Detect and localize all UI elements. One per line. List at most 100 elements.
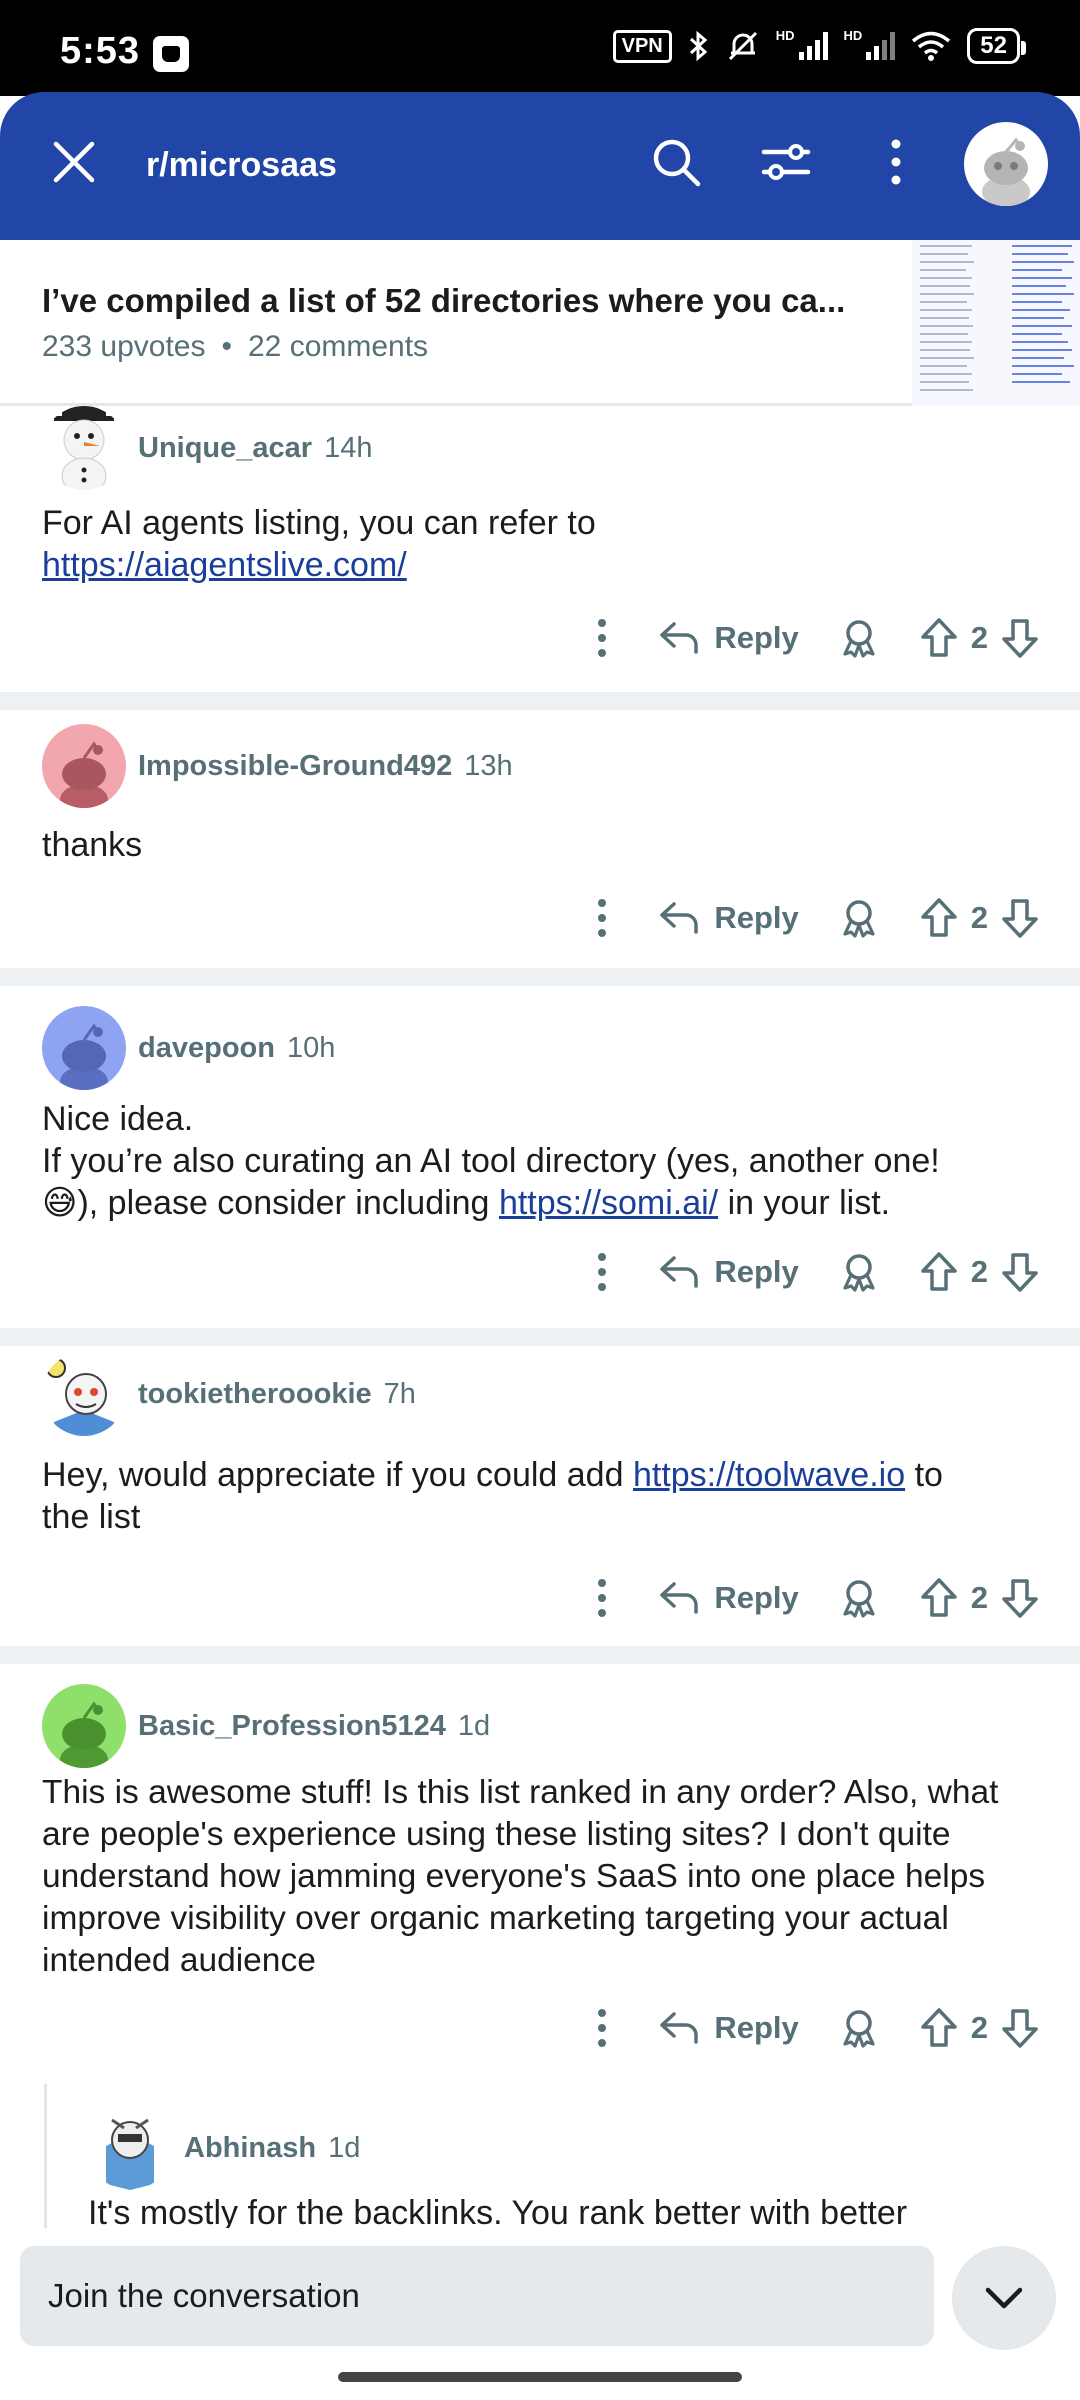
avatar[interactable]: [42, 1684, 126, 1768]
award-icon[interactable]: [839, 1252, 879, 1292]
comment-text: in your list.: [727, 1184, 891, 1222]
avatar[interactable]: [42, 406, 126, 490]
more-options-icon[interactable]: [582, 1579, 622, 1617]
chevron-down-icon: [985, 2287, 1023, 2309]
comment-actions: Reply 2: [582, 888, 1040, 948]
comment-body: Hey, would appreciate if you could add h…: [42, 1454, 1042, 1538]
comment: Impossible-Ground492 13h thanks Reply 2: [0, 710, 1080, 968]
wifi-icon: [912, 31, 951, 61]
reply-button[interactable]: Reply: [658, 620, 799, 656]
comment-body: For AI agents listing, you can refer to …: [42, 502, 1042, 586]
comment-text: Nice idea.: [42, 1100, 194, 1138]
reply-button[interactable]: Reply: [658, 1580, 799, 1616]
vote-score: 2: [970, 1254, 988, 1289]
next-comment-button[interactable]: [952, 2246, 1056, 2350]
hd-label-1: HD: [775, 28, 795, 43]
user-avatar[interactable]: [964, 122, 1048, 206]
comment-actions: Reply 2: [582, 1998, 1040, 2058]
downvote-icon[interactable]: [1000, 1251, 1040, 1293]
vote-score: 2: [970, 620, 988, 655]
post-summary[interactable]: I’ve compiled a list of 52 directories w…: [0, 240, 1080, 406]
comment-actions: Reply 2: [582, 608, 1040, 668]
reply-button[interactable]: Reply: [658, 900, 799, 936]
reply-icon: [660, 1256, 699, 1288]
comment-text: the list: [42, 1498, 141, 1536]
award-icon[interactable]: [839, 898, 879, 938]
comment-header: davepoon 10h: [42, 1006, 335, 1090]
avatar[interactable]: [42, 1006, 126, 1090]
downvote-icon[interactable]: [1000, 617, 1040, 659]
downvote-icon[interactable]: [1000, 897, 1040, 939]
award-icon[interactable]: [839, 618, 879, 658]
bluetooth-icon: [689, 30, 707, 62]
app-header: r/microsaas: [0, 92, 1080, 240]
upvote-icon[interactable]: [919, 617, 959, 659]
reply-button[interactable]: Reply: [658, 1254, 799, 1290]
upvote-icon[interactable]: [919, 1251, 959, 1293]
comment: Unique_acar 14h For AI agents listing, y…: [0, 406, 1080, 692]
gesture-bar[interactable]: [338, 2372, 742, 2382]
signal-1-icon: [798, 32, 828, 60]
comment-actions: Reply 2: [582, 1242, 1040, 1302]
post-title[interactable]: I’ve compiled a list of 52 directories w…: [42, 282, 872, 320]
comment: tookietheroookie 7h Hey, would appreciat…: [0, 1346, 1080, 1646]
post-thumbnail[interactable]: [912, 240, 1080, 406]
downvote-icon[interactable]: [1000, 1577, 1040, 1619]
reply-label: Reply: [714, 620, 799, 655]
comment-header: Abhinash 1d: [88, 2106, 360, 2190]
comment-username[interactable]: tookietheroookie: [138, 1378, 372, 1411]
vote-score: 2: [970, 2010, 988, 2045]
comment-link[interactable]: https://somi.ai/: [499, 1184, 718, 1222]
more-options-icon[interactable]: [582, 899, 622, 937]
avatar[interactable]: [88, 2106, 172, 2190]
thread-line: [44, 2084, 47, 2228]
comment-text: ), please consider including: [77, 1184, 490, 1222]
comment-body: thanks: [42, 824, 1042, 866]
upvote-icon[interactable]: [919, 2007, 959, 2049]
downvote-icon[interactable]: [1000, 2007, 1040, 2049]
comment-link[interactable]: https://aiagentslive.com/: [42, 546, 407, 584]
comment-username[interactable]: davepoon: [138, 1032, 275, 1065]
award-icon[interactable]: [839, 1578, 879, 1618]
upvote-icon[interactable]: [919, 1577, 959, 1619]
avatar[interactable]: [42, 1352, 126, 1436]
comment-actions: Reply 2: [582, 1568, 1040, 1628]
comment-username[interactable]: Abhinash: [184, 2132, 316, 2165]
join-conversation-input[interactable]: Join the conversation: [20, 2246, 934, 2346]
comment: davepoon 10h Nice idea. If you’re also c…: [0, 986, 1080, 1328]
comment-username[interactable]: Impossible-Ground492: [138, 750, 452, 783]
vote-control: 2: [919, 1251, 1040, 1293]
divider: [0, 968, 1080, 986]
avatar[interactable]: [42, 724, 126, 808]
more-options-icon[interactable]: [582, 619, 622, 657]
comment-time: 1d: [457, 1709, 491, 1742]
reply-label: Reply: [714, 1580, 799, 1615]
close-icon[interactable]: [48, 136, 100, 188]
subreddit-title[interactable]: r/microsaas: [146, 146, 337, 185]
comment-text: Hey, would appreciate if you could add: [42, 1456, 624, 1494]
join-placeholder: Join the conversation: [48, 2277, 360, 2314]
comment-text: It's mostly for the backlinks. You rank …: [88, 2194, 908, 2228]
divider: [0, 1328, 1080, 1346]
more-options-icon[interactable]: [582, 2009, 622, 2047]
comment-link[interactable]: https://toolwave.io: [633, 1456, 905, 1494]
more-vertical-icon[interactable]: [868, 134, 924, 190]
hd-label-2: HD: [843, 28, 863, 43]
status-icons: VPN HD HD 52: [612, 28, 1026, 64]
search-icon[interactable]: [648, 134, 704, 190]
reply-button[interactable]: Reply: [658, 2010, 799, 2046]
award-icon[interactable]: [839, 2008, 879, 2048]
comment-header: Unique_acar 14h: [42, 406, 372, 490]
more-options-icon[interactable]: [582, 1253, 622, 1291]
comment-time: 10h: [286, 1031, 336, 1064]
comment-text: to: [914, 1456, 943, 1494]
comment-username[interactable]: Basic_Profession5124: [138, 1710, 446, 1743]
comment-username[interactable]: Unique_acar: [138, 432, 312, 465]
comment-feed[interactable]: Unique_acar 14h For AI agents listing, y…: [0, 406, 1080, 2228]
comment-text: thanks: [42, 826, 143, 864]
upvote-icon[interactable]: [919, 897, 959, 939]
sort-filter-icon[interactable]: [758, 134, 814, 190]
comment-text: For AI agents listing, you can refer to: [42, 504, 596, 542]
clock: 5:53: [60, 30, 141, 72]
reply-label: Reply: [714, 900, 799, 935]
